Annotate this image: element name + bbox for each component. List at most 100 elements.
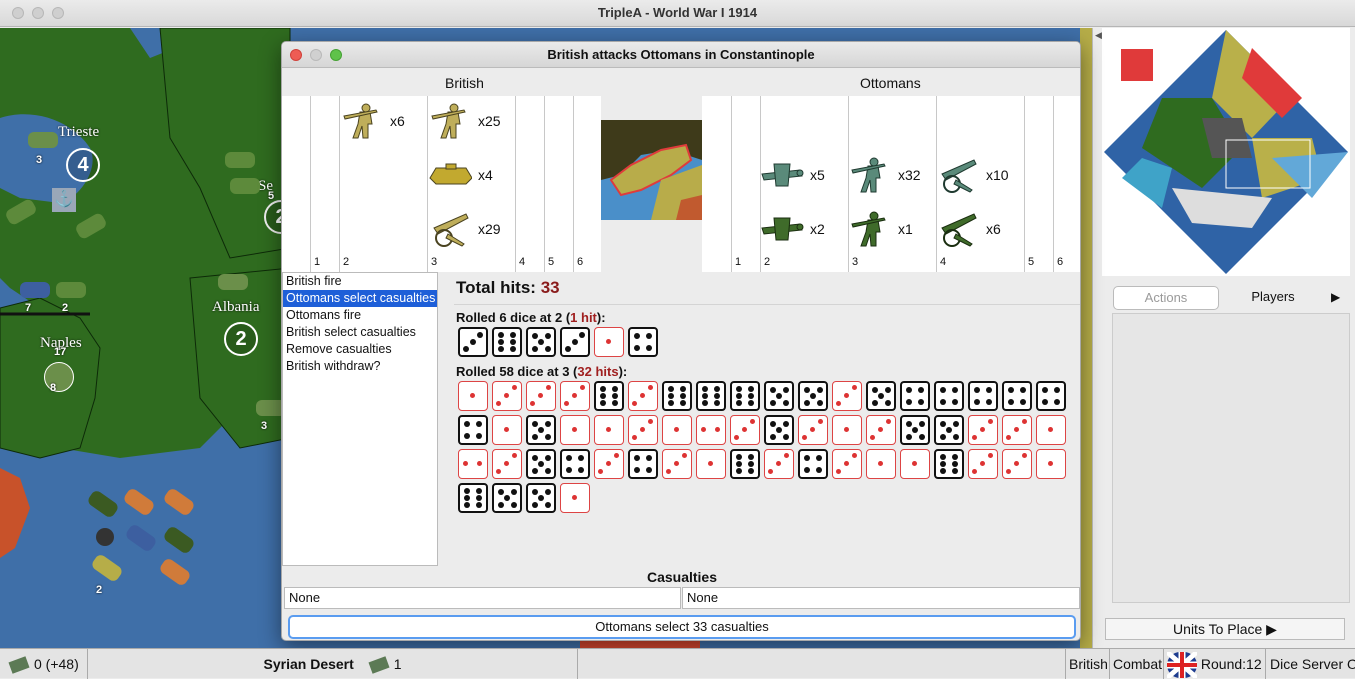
ottoman-unit: x32 (848, 156, 921, 194)
die-miss (628, 449, 658, 479)
die-hit (866, 449, 896, 479)
british-flag-icon (1165, 650, 1199, 679)
units-to-place-button[interactable]: Units To Place ▶ (1105, 618, 1345, 640)
die-miss (900, 415, 930, 445)
window-titlebar: TripleA - World War I 1914 (0, 0, 1355, 27)
unit-count: 5 (268, 190, 275, 202)
step-british-withdraw[interactable]: British withdraw? (283, 358, 437, 375)
window-zoom-button[interactable] (52, 7, 64, 19)
unit-count: x2 (810, 221, 825, 237)
die-miss (560, 327, 590, 357)
die-hit (560, 415, 590, 445)
infantry-unit-icon[interactable] (218, 274, 248, 290)
british-unit: x29 (428, 210, 501, 248)
die-miss (526, 449, 556, 479)
die-miss (628, 327, 658, 357)
infantry-icon (851, 211, 886, 247)
die-miss (968, 381, 998, 411)
column-number: 6 (577, 256, 584, 268)
die-miss (798, 381, 828, 411)
step-ottomans-select-casualties[interactable]: Ottomans select casualties (283, 290, 437, 307)
actions-area (1112, 313, 1350, 603)
die-miss (730, 381, 760, 411)
die-hit (628, 415, 658, 445)
roll-2-label: Rolled 58 dice at 3 (32 hits): (456, 364, 628, 379)
tab-players[interactable]: Players (1219, 286, 1327, 310)
unit-count: x32 (898, 167, 921, 183)
british-unit: x25 (428, 102, 501, 140)
ottoman-unit: x1 (848, 210, 913, 248)
anchor-icon: ⚓ (52, 188, 76, 212)
die-hit (594, 415, 624, 445)
die-hit (1036, 449, 1066, 479)
die-hit (526, 381, 556, 411)
die-hit (662, 415, 692, 445)
die-hit (1002, 415, 1032, 445)
step-remove-casualties[interactable]: Remove casualties (283, 341, 437, 358)
die-hit (560, 381, 590, 411)
unit-count: x1 (898, 221, 913, 237)
total-hits-label: Total hits: (456, 278, 536, 297)
tab-scroll-right-icon[interactable]: ▶ (1331, 290, 1340, 304)
die-hit (492, 449, 522, 479)
window-minimize-button[interactable] (32, 7, 44, 19)
infantry-unit-icon[interactable] (44, 362, 74, 392)
artillery-icon (941, 213, 977, 247)
unit-count: x6 (986, 221, 1001, 237)
fighter-icon (761, 163, 804, 187)
dialog-minimize-button[interactable] (310, 49, 322, 61)
die-hit (594, 327, 624, 357)
die-hit (696, 449, 726, 479)
die-miss (934, 449, 964, 479)
infantry-icon (343, 103, 378, 139)
die-hit (866, 415, 896, 445)
die-hit (968, 415, 998, 445)
step-british-select-casualties[interactable]: British select casualties (283, 324, 437, 341)
tank-icon (429, 163, 472, 185)
infantry-icon (851, 157, 886, 193)
ottoman-unit: x5 (760, 156, 825, 194)
column-number: 2 (764, 256, 771, 268)
column-number: 3 (431, 256, 438, 268)
infantry-unit-icon[interactable] (20, 282, 50, 298)
die-miss (764, 415, 794, 445)
die-miss (900, 381, 930, 411)
die-hit (1036, 415, 1066, 445)
unit-count: 7 (25, 302, 32, 314)
unit-count: x6 (390, 113, 405, 129)
status-bar: 0 (+48) Syrian Desert 1 British Combat R… (0, 648, 1355, 679)
dialog-close-button[interactable] (290, 49, 302, 61)
die-hit (832, 415, 862, 445)
die-miss (458, 483, 488, 513)
tab-actions[interactable]: Actions (1113, 286, 1219, 310)
die-hit (696, 415, 726, 445)
window-close-button[interactable] (12, 7, 24, 19)
ottoman-unit: x6 (936, 210, 1001, 248)
die-miss (764, 381, 794, 411)
money-icon (368, 656, 390, 675)
die-hit (662, 449, 692, 479)
column-number: 4 (519, 256, 526, 268)
artillery-unit-icon[interactable] (230, 178, 260, 194)
infantry-unit-icon[interactable] (28, 132, 58, 148)
fighter-icon (761, 217, 804, 241)
step-british-fire[interactable]: British fire (283, 273, 437, 290)
collapse-panel-icon[interactable]: ◀ (1095, 30, 1102, 41)
select-casualties-button[interactable]: Ottomans select 33 casualties (288, 615, 1076, 639)
dialog-zoom-button[interactable] (330, 49, 342, 61)
die-hit (900, 449, 930, 479)
fighter-unit-icon[interactable] (225, 152, 255, 168)
production-marker-albania: 2 (224, 322, 258, 356)
die-miss (526, 483, 556, 513)
british-unit: x6 (340, 102, 405, 140)
step-ottomans-fire[interactable]: Ottomans fire (283, 307, 437, 324)
battle-dialog: British attacks Ottomans in Constantinop… (281, 41, 1081, 641)
infantry-unit-icon[interactable] (56, 282, 86, 298)
minimap[interactable] (1102, 28, 1350, 276)
die-miss (798, 449, 828, 479)
total-hits: Total hits: 33 (456, 278, 1080, 298)
window-title: TripleA - World War I 1914 (597, 5, 758, 20)
infantry-icon (431, 103, 466, 139)
production-marker-trieste: 4 (66, 148, 100, 182)
dice-results: Total hits: 33 Rolled 6 dice at 2 (1 hit… (454, 278, 1080, 515)
